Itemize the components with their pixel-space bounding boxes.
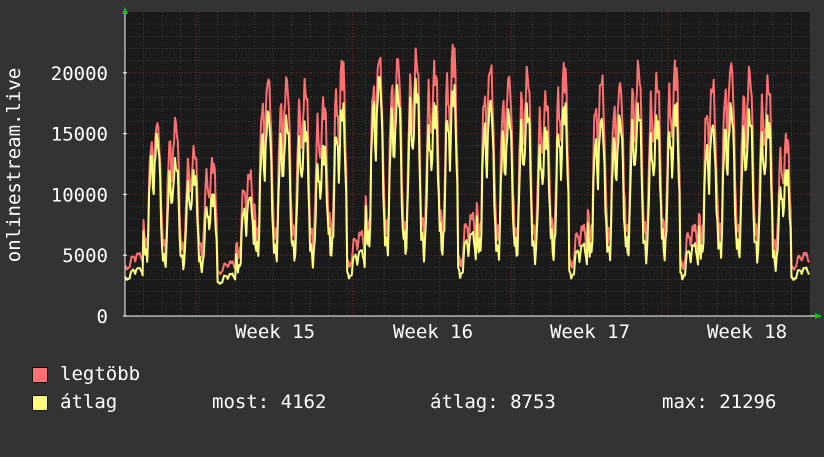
x-tick-label: Week 17 [550, 321, 630, 343]
stat-max: max: 21296 [662, 391, 777, 413]
y-tick-label: 0 [97, 306, 108, 328]
x-axis-arrow [815, 313, 822, 319]
stat-most: most: 4162 [212, 391, 327, 413]
legend-swatch-atlag [32, 395, 48, 411]
y-axis-arrow [122, 7, 128, 14]
legend-label-atlag: átlag [60, 391, 118, 413]
y-tick-label: 15000 [51, 124, 108, 146]
x-tick-label: Week 16 [393, 321, 473, 343]
y-tick-label: 5000 [62, 245, 108, 267]
y-tick-label: 20000 [51, 63, 108, 85]
legend-swatch-legtobb [32, 367, 48, 383]
x-tick-label: Week 18 [707, 321, 787, 343]
x-tick-label: Week 15 [235, 321, 315, 343]
y-tick-labels: 0 5000 10000 15000 20000 [51, 63, 127, 328]
legend-label-legtobb: legtöbb [60, 363, 141, 385]
stat-atlag: átlag: 8753 [430, 391, 556, 413]
legend-item-legtobb: legtöbb [32, 363, 140, 385]
y-tick-label: 10000 [51, 184, 108, 206]
y-axis-label: onlinestream.live [3, 68, 25, 262]
legend-item-atlag: átlag [32, 391, 117, 413]
x-tick-labels: Week 15 Week 16 Week 17 Week 18 [235, 321, 787, 343]
